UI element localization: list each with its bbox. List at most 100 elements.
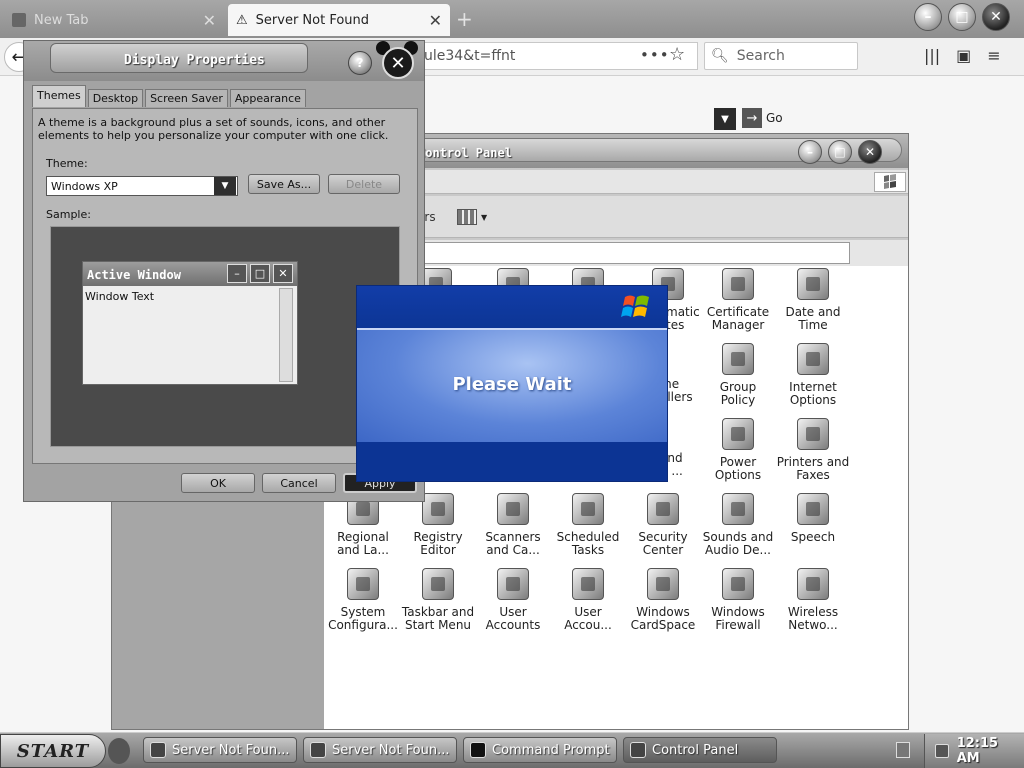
command-prompt-icon xyxy=(470,742,486,758)
ok-button[interactable]: OK xyxy=(181,473,255,493)
search-placeholder: Search xyxy=(736,48,785,64)
close-icon[interactable]: ✕ xyxy=(382,47,414,79)
tray-network-icon[interactable] xyxy=(935,744,949,758)
minimize-icon[interactable]: – xyxy=(798,140,822,164)
go-button[interactable]: → Go xyxy=(742,108,783,128)
speaker-icon xyxy=(722,493,754,525)
cp-item-windows-cardspace[interactable]: Windows CardSpace xyxy=(623,568,703,632)
sample-window-text: Window Text xyxy=(85,290,155,303)
taskbar-item-control-panel[interactable]: Control Panel xyxy=(623,737,777,763)
maximize-icon[interactable]: □ xyxy=(948,3,976,31)
browser-icon xyxy=(310,742,326,758)
cardspace-icon xyxy=(647,568,679,600)
cp-item-label: Power Options xyxy=(714,455,762,482)
cancel-button[interactable]: Cancel xyxy=(262,473,336,493)
close-tab-icon[interactable]: ✕ xyxy=(429,11,442,30)
menu-icon[interactable]: ≡ xyxy=(987,46,1000,65)
start-button[interactable]: START xyxy=(0,734,106,768)
maximize-icon[interactable]: □ xyxy=(828,140,852,164)
browser-icon xyxy=(150,742,166,758)
browser-toolbar-icons: ||| ▣ ≡ xyxy=(924,46,1001,65)
cp-item-internet-options[interactable]: Internet Options xyxy=(773,343,853,407)
sample-scrollbar xyxy=(279,288,293,382)
tab-title: New Tab xyxy=(34,12,89,28)
windows-logo-icon xyxy=(621,292,653,322)
scheduled-tasks-icon xyxy=(572,493,604,525)
cp-item-power-options[interactable]: Power Options xyxy=(698,418,778,482)
cp-item-label: User Accou... xyxy=(564,605,612,632)
library-icon[interactable]: ||| xyxy=(924,46,940,65)
cp-item-scanners-cameras[interactable]: Scanners and Ca... xyxy=(473,493,553,557)
tab-screen-saver[interactable]: Screen Saver xyxy=(145,89,228,107)
cp-item-label: Internet Options xyxy=(789,380,837,407)
cp-item-printers-faxes[interactable]: Printers and Faxes xyxy=(773,418,853,482)
minimize-icon[interactable]: – xyxy=(914,3,942,31)
address-dropdown-icon[interactable]: ▼ xyxy=(714,108,736,130)
cp-item-label: Speech xyxy=(790,530,836,544)
taskbar-item-label: Server Not Foun... xyxy=(332,742,450,758)
cp-item-registry-editor[interactable]: Registry Editor xyxy=(398,493,478,557)
cp-item-taskbar-start-menu[interactable]: Taskbar and Start Menu xyxy=(398,568,478,632)
cp-item-sounds-audio[interactable]: Sounds and Audio De... xyxy=(698,493,778,557)
cp-item-user-accounts-2[interactable]: User Accou... xyxy=(548,568,628,632)
registry-icon xyxy=(422,493,454,525)
page-actions-icon[interactable]: ••• xyxy=(640,46,670,64)
theme-select[interactable]: Windows XP xyxy=(46,176,238,196)
cp-item-windows-firewall[interactable]: Windows Firewall xyxy=(698,568,778,632)
help-label: ? xyxy=(356,56,364,70)
taskbar-item-label: Control Panel xyxy=(652,742,739,758)
tab-new-tab[interactable]: New Tab ✕ xyxy=(4,4,224,36)
cp-item-label: Security Center xyxy=(638,530,688,557)
cp-item-wireless-network[interactable]: Wireless Netwo... xyxy=(773,568,853,632)
power-icon xyxy=(722,418,754,450)
bookmark-star-icon[interactable]: ☆ xyxy=(669,44,685,65)
sidebar-icon[interactable]: ▣ xyxy=(956,46,971,65)
tab-title: Server Not Found xyxy=(255,12,370,28)
cp-item-user-accounts[interactable]: User Accounts xyxy=(473,568,553,632)
taskbar-item-label: Command Prompt xyxy=(492,742,610,758)
taskbar-item-server-not-found-1[interactable]: Server Not Foun... xyxy=(143,737,297,763)
tray-notification-icon[interactable] xyxy=(896,742,910,758)
cp-item-label: Group Policy xyxy=(719,380,757,407)
control-panel-icon xyxy=(630,742,646,758)
tab-server-not-found[interactable]: ⚠ Server Not Found ✕ xyxy=(228,4,450,36)
cp-item-system-configuration[interactable]: System Configura... xyxy=(323,568,403,632)
theme-label: Theme: xyxy=(46,157,88,170)
new-tab-plus-icon[interactable]: + xyxy=(456,7,473,31)
cp-item-scheduled-tasks[interactable]: Scheduled Tasks xyxy=(548,493,628,557)
sample-label: Sample: xyxy=(46,208,91,221)
close-tab-icon[interactable]: ✕ xyxy=(203,11,216,30)
certificate-icon xyxy=(722,268,754,300)
globe-icon xyxy=(797,343,829,375)
cp-item-group-policy[interactable]: Group Policy xyxy=(698,343,778,407)
taskbar-item-server-not-found-2[interactable]: Server Not Foun... xyxy=(303,737,457,763)
cp-item-regional[interactable]: Regional and La... xyxy=(323,493,403,557)
cp-item-security-center[interactable]: Security Center xyxy=(623,493,703,557)
address-field[interactable] xyxy=(412,242,850,264)
views-button[interactable]: ▼ xyxy=(457,206,493,228)
cp-item-label: Taskbar and Start Menu xyxy=(401,605,475,632)
cp-item-date-time[interactable]: Date and Time xyxy=(773,268,853,332)
search-input[interactable]: 🔍︎ Search xyxy=(704,42,858,70)
cp-item-label: matic tes xyxy=(666,305,700,332)
themes-description: A theme is a background plus a set of so… xyxy=(38,116,389,142)
tab-themes[interactable]: Themes xyxy=(32,85,86,107)
cp-item-label: Date and Time xyxy=(785,305,841,332)
taskbar-item-command-prompt[interactable]: Command Prompt xyxy=(463,737,617,763)
tab-desktop[interactable]: Desktop xyxy=(87,89,144,107)
save-as-button[interactable]: Save As... xyxy=(248,174,320,194)
quick-launch-icon[interactable] xyxy=(108,738,130,764)
close-icon[interactable]: ✕ xyxy=(982,3,1010,31)
dialog-title: Display Properties xyxy=(124,53,265,68)
clock[interactable]: 12:15 AM xyxy=(957,736,1024,766)
delete-button[interactable]: Delete xyxy=(328,174,400,194)
close-icon[interactable]: ✕ xyxy=(858,140,882,164)
chevron-down-icon: ▼ xyxy=(481,212,488,222)
tab-appearance[interactable]: Appearance xyxy=(229,89,306,107)
chevron-down-icon[interactable]: ▼ xyxy=(214,177,236,195)
help-icon[interactable]: ? xyxy=(348,51,372,75)
start-label: START xyxy=(16,740,90,762)
cp-item-speech[interactable]: Speech xyxy=(773,493,853,544)
cp-item-certificate-manager[interactable]: Certificate Manager xyxy=(698,268,778,332)
dialog-tabs: Themes Desktop Screen Saver Appearance xyxy=(32,85,308,107)
